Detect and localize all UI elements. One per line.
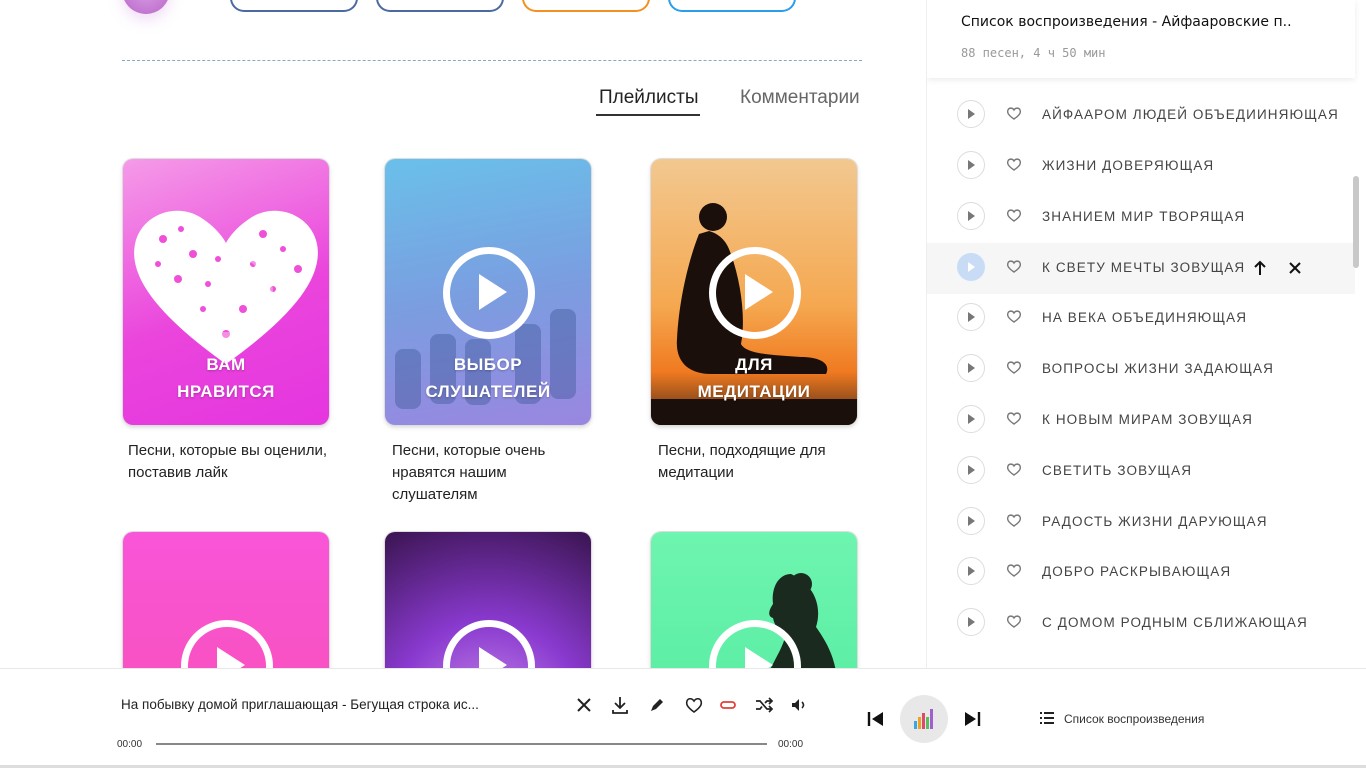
close-icon[interactable] xyxy=(1288,260,1302,276)
play-icon[interactable] xyxy=(957,253,985,281)
playlist-card-choice[interactable]: ВЫБОР СЛУШАТЕЛЕЙ xyxy=(385,159,591,425)
play-icon[interactable] xyxy=(957,151,985,179)
card-title: ВАМ НРАВИТСЯ xyxy=(177,355,275,401)
track-row[interactable]: НА ВЕКА ОБЪЕДИНЯЮЩАЯ xyxy=(927,293,1355,344)
track-row[interactable]: ЗНАНИЕМ МИР ТВОРЯЩАЯ xyxy=(927,192,1355,243)
card-description: Песни, которые вы оценили, поставив лайк xyxy=(128,442,328,481)
track-row[interactable]: ДОБРО РАСКРЫВАЮЩАЯ xyxy=(927,547,1355,598)
play-icon[interactable] xyxy=(709,247,801,339)
track-row[interactable]: РАДОСТЬ ЖИЗНИ ДАРУЮЩАЯ xyxy=(927,497,1355,548)
track-title: К СВЕТУ МЕЧТЫ ЗОВУЩАЯ xyxy=(1042,260,1246,275)
pen-icon[interactable] xyxy=(647,695,667,715)
close-icon[interactable] xyxy=(574,695,594,715)
heart-icon[interactable] xyxy=(1006,258,1022,274)
track-title: НА ВЕКА ОБЪЕДИНЯЮЩАЯ xyxy=(1042,310,1248,325)
play-icon[interactable] xyxy=(957,405,985,433)
play-icon[interactable] xyxy=(443,620,535,668)
playlist-toggle-label: Список воспроизведения xyxy=(1064,712,1205,726)
time-current: 00:00 xyxy=(117,739,143,750)
playlist-card-likes[interactable]: ВАМ НРАВИТСЯ xyxy=(123,159,329,425)
heart-icon[interactable] xyxy=(1006,461,1022,477)
track-title: ЗНАНИЕМ МИР ТВОРЯЩАЯ xyxy=(1042,209,1246,224)
card-title: ВЫБОР СЛУШАТЕЛЕЙ xyxy=(425,355,551,401)
now-playing-title: На побывку домой приглашающая - Бегущая … xyxy=(121,697,479,712)
card-description: Песни, подходящие для медитации xyxy=(658,442,826,481)
scrollbar[interactable] xyxy=(1353,176,1359,268)
play-icon[interactable] xyxy=(957,100,985,128)
playlist-panel: Список воспроизведения - Айфааровские п.… xyxy=(926,0,1366,668)
track-row[interactable]: ЖИЗНИ ДОВЕРЯЮЩАЯ xyxy=(927,141,1355,192)
section-divider xyxy=(122,60,862,61)
track-row[interactable]: К НОВЫМ МИРАМ ЗОВУЩАЯ xyxy=(927,395,1355,446)
playlist-title: Список воспроизведения - Айфааровские п.… xyxy=(961,14,1292,30)
play-icon[interactable] xyxy=(181,247,273,339)
card-title: ДЛЯ МЕДИТАЦИИ xyxy=(697,355,811,401)
heart-icon[interactable] xyxy=(1006,410,1022,426)
next-icon[interactable] xyxy=(962,709,982,729)
arrow-up-icon[interactable] xyxy=(1253,260,1267,276)
playlist-card-6[interactable] xyxy=(651,532,857,668)
track-title: К НОВЫМ МИРАМ ЗОВУЩАЯ xyxy=(1042,412,1254,427)
player-bar: На побывку домой приглашающая - Бегущая … xyxy=(0,668,1366,769)
track-title: С ДОМОМ РОДНЫМ СБЛИЖАЮЩАЯ xyxy=(1042,615,1308,630)
volume-icon[interactable] xyxy=(789,695,809,715)
heart-icon[interactable] xyxy=(684,695,704,715)
heart-icon[interactable] xyxy=(1006,613,1022,629)
track-title: СВЕТИТЬ ЗОВУЩАЯ xyxy=(1042,463,1193,478)
play-icon[interactable] xyxy=(443,247,535,339)
progress-bar[interactable] xyxy=(156,743,767,745)
time-total: 00:00 xyxy=(778,739,804,750)
shuffle-icon[interactable] xyxy=(754,695,774,715)
equalizer-icon xyxy=(914,709,933,729)
heart-icon[interactable] xyxy=(1006,562,1022,578)
play-icon[interactable] xyxy=(957,456,985,484)
filter-pill-2[interactable] xyxy=(376,0,504,12)
filter-pill-4[interactable] xyxy=(668,0,796,12)
play-icon[interactable] xyxy=(957,354,985,382)
track-row[interactable]: АЙФААРОМ ЛЮДЕЙ ОБЪЕДИИНЯЮЩАЯ xyxy=(927,90,1355,141)
repeat-icon[interactable] xyxy=(718,695,738,715)
playlist-card-5[interactable] xyxy=(385,532,591,668)
heart-icon[interactable] xyxy=(1006,512,1022,528)
track-row[interactable]: К СВЕТУ МЕЧТЫ ЗОВУЩАЯ xyxy=(927,243,1355,294)
track-row[interactable]: С ДОМОМ РОДНЫМ СБЛИЖАЮЩАЯ xyxy=(927,598,1355,649)
track-title: ЖИЗНИ ДОВЕРЯЮЩАЯ xyxy=(1042,158,1215,173)
playlist-card-meditation[interactable]: ДЛЯ МЕДИТАЦИИ xyxy=(651,159,857,425)
play-icon[interactable] xyxy=(957,608,985,636)
heart-icon[interactable] xyxy=(1006,308,1022,324)
heart-icon[interactable] xyxy=(1006,359,1022,375)
heart-icon[interactable] xyxy=(1006,105,1022,121)
filter-pill-1[interactable] xyxy=(230,0,358,12)
main-content: Плейлисты Комментарии ВАМ НРАВИТСЯ Песни… xyxy=(0,0,926,668)
track-title: ВОПРОСЫ ЖИЗНИ ЗАДАЮЩАЯ xyxy=(1042,361,1274,376)
playlist-panel-header: Список воспроизведения - Айфааровские п.… xyxy=(927,0,1355,78)
track-row[interactable]: ВОПРОСЫ ЖИЗНИ ЗАДАЮЩАЯ xyxy=(927,344,1355,395)
track-title: РАДОСТЬ ЖИЗНИ ДАРУЮЩАЯ xyxy=(1042,514,1268,529)
play-icon[interactable] xyxy=(957,557,985,585)
active-tab-underline xyxy=(596,114,700,116)
filter-pill-3[interactable] xyxy=(522,0,650,12)
playlist-card-4[interactable] xyxy=(123,532,329,668)
tab-comments[interactable]: Комментарии xyxy=(740,87,860,109)
play-icon[interactable] xyxy=(181,620,273,668)
play-icon[interactable] xyxy=(957,303,985,331)
play-icon[interactable] xyxy=(957,202,985,230)
avatar[interactable] xyxy=(122,0,170,14)
play-icon[interactable] xyxy=(957,507,985,535)
playlist-subtitle: 88 песен, 4 ч 50 мин xyxy=(961,46,1106,60)
tab-playlists[interactable]: Плейлисты xyxy=(599,87,698,109)
track-title: АЙФААРОМ ЛЮДЕЙ ОБЪЕДИИНЯЮЩАЯ xyxy=(1042,107,1339,122)
track-row[interactable]: СВЕТИТЬ ЗОВУЩАЯ xyxy=(927,446,1355,497)
card-description: Песни, которые очень нравятся нашим слуш… xyxy=(392,442,546,503)
previous-icon[interactable] xyxy=(866,709,886,729)
equalizer-button[interactable] xyxy=(900,695,948,743)
track-title: ДОБРО РАСКРЫВАЮЩАЯ xyxy=(1042,564,1232,579)
heart-icon[interactable] xyxy=(1006,207,1022,223)
download-icon[interactable] xyxy=(610,695,630,715)
heart-icon[interactable] xyxy=(1006,156,1022,172)
list-icon xyxy=(1040,712,1054,724)
